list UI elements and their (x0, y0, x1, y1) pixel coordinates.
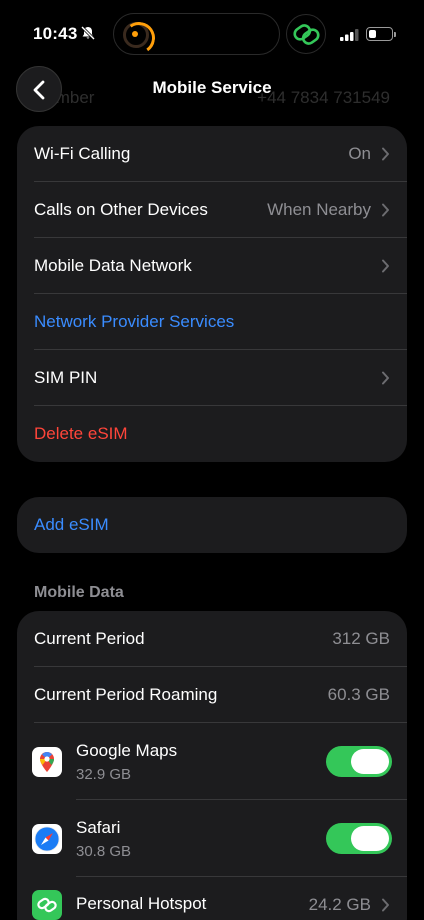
sim-pin-label: SIM PIN (34, 368, 98, 387)
app-row-safari: Safari 30.8 GB (17, 800, 407, 877)
add-esim-button[interactable]: Add eSIM (34, 497, 109, 553)
wifi-calling-row[interactable]: Wi-Fi Calling On (17, 126, 407, 182)
chevron-right-icon (382, 371, 389, 385)
mobile-data-network-row[interactable]: Mobile Data Network (17, 238, 407, 294)
timer-dot-icon (132, 31, 138, 37)
safari-icon (32, 824, 62, 854)
mobile-data-network-label: Mobile Data Network (34, 256, 192, 275)
current-period-row: Current Period 312 GB (17, 611, 407, 667)
current-period-roaming-label: Current Period Roaming (34, 685, 218, 704)
current-period-roaming-value: 60.3 GB (327, 685, 390, 704)
network-provider-services-link[interactable]: Network Provider Services (34, 294, 234, 350)
add-esim-row[interactable]: Add eSIM (17, 497, 407, 553)
page-title: Mobile Service (152, 78, 272, 97)
dynamic-island[interactable] (113, 13, 280, 55)
battery-icon (366, 27, 393, 41)
link-icon (293, 24, 320, 45)
bell-slash-icon (80, 25, 96, 41)
personal-hotspot-row[interactable]: Personal Hotspot 24.2 GB (17, 877, 407, 920)
google-maps-toggle[interactable] (326, 746, 392, 777)
calls-other-devices-row[interactable]: Calls on Other Devices When Nearby (17, 182, 407, 238)
chevron-right-icon (382, 259, 389, 273)
status-bar: 10:43 (0, 0, 424, 66)
safari-toggle[interactable] (326, 823, 392, 854)
battery-level (368, 29, 376, 38)
mobile-data-group: Current Period 312 GB Current Period Roa… (17, 611, 407, 920)
live-activity-pill[interactable] (286, 14, 326, 54)
delete-esim-button[interactable]: Delete eSIM (34, 406, 128, 462)
google-maps-usage: 32.9 GB (76, 766, 132, 783)
personal-hotspot-value: 24.2 GB (308, 895, 371, 914)
calls-other-devices-label: Calls on Other Devices (34, 200, 208, 219)
wifi-calling-label: Wi-Fi Calling (34, 144, 131, 163)
personal-hotspot-icon (32, 890, 62, 920)
network-provider-services-row[interactable]: Network Provider Services (17, 294, 407, 350)
chevron-right-icon (382, 147, 389, 161)
google-maps-name: Google Maps (76, 741, 178, 760)
app-row-google-maps: Google Maps 32.9 GB (17, 723, 407, 800)
toggle-knob (351, 749, 389, 774)
current-period-value: 312 GB (332, 629, 390, 648)
status-time: 10:43 (33, 24, 78, 43)
toggle-knob (351, 826, 389, 851)
battery-tip (394, 32, 396, 37)
mobile-data-header: Mobile Data (34, 584, 124, 601)
safari-name: Safari (76, 818, 121, 837)
personal-hotspot-label: Personal Hotspot (76, 894, 207, 913)
cellular-signal-icon (340, 29, 359, 41)
chevron-right-icon (382, 898, 389, 912)
sim-pin-row[interactable]: SIM PIN (17, 350, 407, 406)
wifi-calling-value: On (348, 144, 371, 163)
google-maps-icon (32, 747, 62, 777)
delete-esim-row[interactable]: Delete eSIM (17, 406, 407, 462)
esim-settings-group: Wi-Fi Calling On Calls on Other Devices … (17, 126, 407, 462)
calls-other-devices-value: When Nearby (267, 200, 371, 219)
chevron-right-icon (382, 203, 389, 217)
current-period-label: Current Period (34, 629, 145, 648)
current-period-roaming-row: Current Period Roaming 60.3 GB (17, 667, 407, 723)
safari-usage: 30.8 GB (76, 843, 132, 860)
add-esim-group: Add eSIM (17, 497, 407, 553)
